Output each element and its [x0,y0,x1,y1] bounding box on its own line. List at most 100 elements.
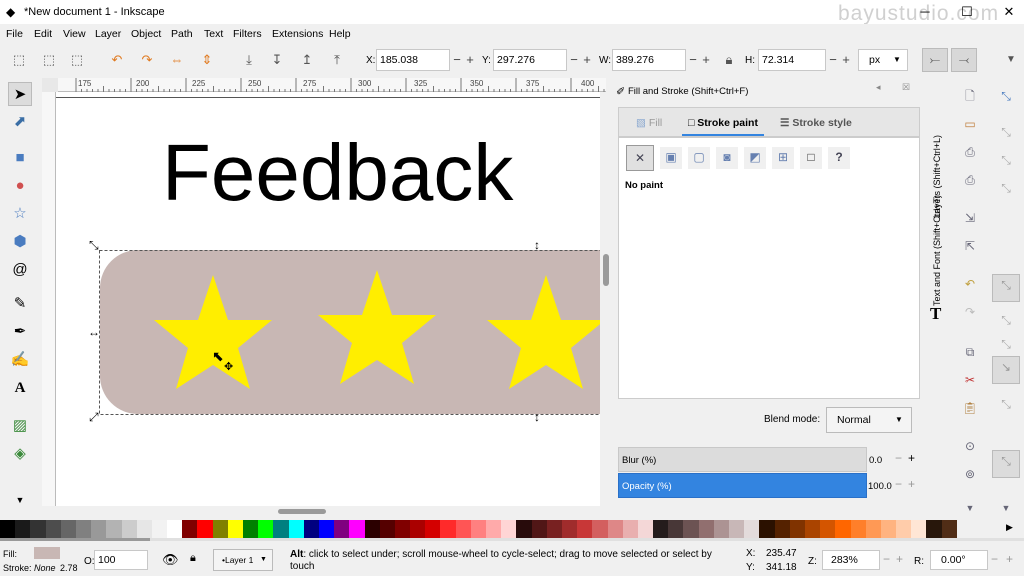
snap-cusp-icon[interactable]: ↘ [992,356,1020,384]
unset-paint-button[interactable]: ? [828,147,850,169]
palette-swatch[interactable] [379,520,395,538]
palette-swatch[interactable] [303,520,319,538]
scale-corners-icon[interactable]: ⤙ [951,48,977,72]
palette-menu-icon[interactable]: ▶ [1006,522,1013,533]
palette-swatch[interactable] [364,520,380,538]
node-tool-icon[interactable]: ⬈ [8,110,32,134]
palette-swatch[interactable] [637,520,654,538]
pen-tool-icon[interactable]: ✒ [8,320,32,344]
palette-swatch[interactable] [501,520,517,538]
blur-increment-button[interactable]: + [908,451,915,465]
scale-handle-sw-icon[interactable]: ⤢ [89,410,99,425]
palette-swatch[interactable] [470,520,486,538]
menu-file[interactable]: File [6,28,23,40]
palette-swatch[interactable] [243,520,259,538]
snap-path-icon[interactable]: ⤡ [996,310,1016,330]
tab-fill[interactable]: ▧ Fill [636,110,662,136]
opacity-increment-button[interactable]: + [908,477,915,491]
palette-swatch[interactable] [653,520,669,538]
x-decrement-button[interactable]: − [451,49,463,71]
zoom-increment-button[interactable]: + [896,552,903,566]
scale-handle-w-icon[interactable]: ↔ [88,325,100,339]
toolbox-overflow-icon[interactable]: ▼ [8,488,32,512]
opacity-decrement-button[interactable]: − [895,477,902,491]
palette-swatch[interactable] [729,520,745,538]
palette-swatch[interactable] [926,520,942,538]
3d-box-tool-icon[interactable]: ⬢ [8,230,32,254]
palette-swatch[interactable] [835,520,851,538]
star-tool-icon[interactable]: ☆ [8,202,32,226]
palette-swatch[interactable] [607,520,623,538]
snap-bbox-edge-icon[interactable]: ⤡ [996,150,1016,170]
palette-swatch[interactable] [759,520,775,538]
palette-swatch[interactable] [136,520,152,538]
palette-swatch[interactable] [45,520,61,538]
palette-swatch[interactable] [15,520,31,538]
menu-object[interactable]: Object [131,28,161,40]
menu-extensions[interactable]: Extensions [272,28,323,40]
dialog-collapse-icon[interactable]: ◂ [876,82,881,93]
snap-nodes-icon[interactable]: ⤡ [992,274,1020,302]
palette-swatch[interactable] [394,520,411,538]
menu-path[interactable]: Path [171,28,193,40]
select-all-icon[interactable]: ⬚ [10,51,28,69]
mesh-tool-icon[interactable]: ◈ [8,442,32,466]
palette-swatch[interactable] [318,520,335,538]
menu-edit[interactable]: Edit [34,28,52,40]
vertical-scroll-thumb[interactable] [603,254,609,286]
x-increment-button[interactable]: + [464,49,476,71]
star-shape[interactable] [154,275,272,389]
palette-swatch[interactable] [334,520,350,538]
horizontal-scrollbar[interactable] [56,506,612,518]
blur-value[interactable]: 0.0 [869,455,882,466]
rotate-cw-icon[interactable]: ↷ [138,51,156,69]
raise-to-top-icon[interactable]: ⤒ [328,51,346,69]
lower-to-bottom-icon[interactable]: ⤓ [240,51,258,69]
vertical-scrollbar[interactable] [600,92,612,506]
flip-vertical-icon[interactable]: ⇕ [198,51,216,69]
new-document-icon[interactable]: 🗋︎ [960,86,980,106]
h-decrement-button[interactable]: − [827,49,839,71]
import-icon[interactable]: ⇲ [960,208,980,228]
palette-swatch[interactable] [151,520,168,538]
copy-icon[interactable]: ⧉ [960,342,980,362]
palette-swatch[interactable] [212,520,228,538]
opacity-value[interactable]: 100.0 [868,481,892,492]
cut-icon[interactable]: ✂ [960,370,980,390]
zoom-drawing-icon[interactable]: ⊚ [960,464,980,484]
palette-swatch[interactable] [121,520,137,538]
palette-swatch[interactable] [0,520,16,538]
palette-swatch[interactable] [425,520,441,538]
zoom-decrement-button[interactable]: − [883,552,890,566]
palette-swatch[interactable] [561,520,578,538]
menu-text[interactable]: Text [204,28,223,40]
rotate-ccw-icon[interactable]: ↶ [108,51,126,69]
calligraphy-tool-icon[interactable]: ✍ [8,348,32,372]
tab-stroke-paint[interactable]: □ Stroke paint [682,110,764,136]
snap-overflow-icon[interactable]: ▼ [996,498,1016,518]
zoom-input[interactable]: 283% [822,550,880,570]
menu-view[interactable]: View [63,28,86,40]
redo-icon[interactable]: ↷ [960,302,980,322]
lock-icon[interactable]: 🔒︎ [720,51,738,69]
palette-swatch[interactable] [167,520,183,538]
palette-swatch[interactable] [820,520,836,538]
no-paint-button[interactable]: ✕ [626,145,654,171]
snap-page-icon[interactable]: ⤡ [992,450,1020,478]
scale-handle-n-icon[interactable]: ↕ [534,238,540,252]
vertical-ruler[interactable] [42,92,56,506]
menu-filters[interactable]: Filters [233,28,262,40]
palette-swatch[interactable] [896,520,912,538]
text-font-tab[interactable]: Text and Font (Shift+Ctrl+T) [932,195,942,306]
flip-horizontal-icon[interactable]: ⇔ [168,51,186,69]
rectangle-tool-icon[interactable]: ■ [8,146,32,170]
palette-swatch[interactable] [288,520,304,538]
rotation-decrement-button[interactable]: − [991,552,998,566]
open-icon[interactable]: ▭ [960,114,980,134]
y-input[interactable]: 297.276 [493,49,567,71]
palette-swatch[interactable] [349,520,365,538]
stroke-value[interactable]: None [34,563,56,573]
spiral-tool-icon[interactable]: @ [8,258,32,282]
star-shape[interactable] [487,275,600,389]
visibility-eye-icon[interactable]: 👁︎ [162,552,179,568]
